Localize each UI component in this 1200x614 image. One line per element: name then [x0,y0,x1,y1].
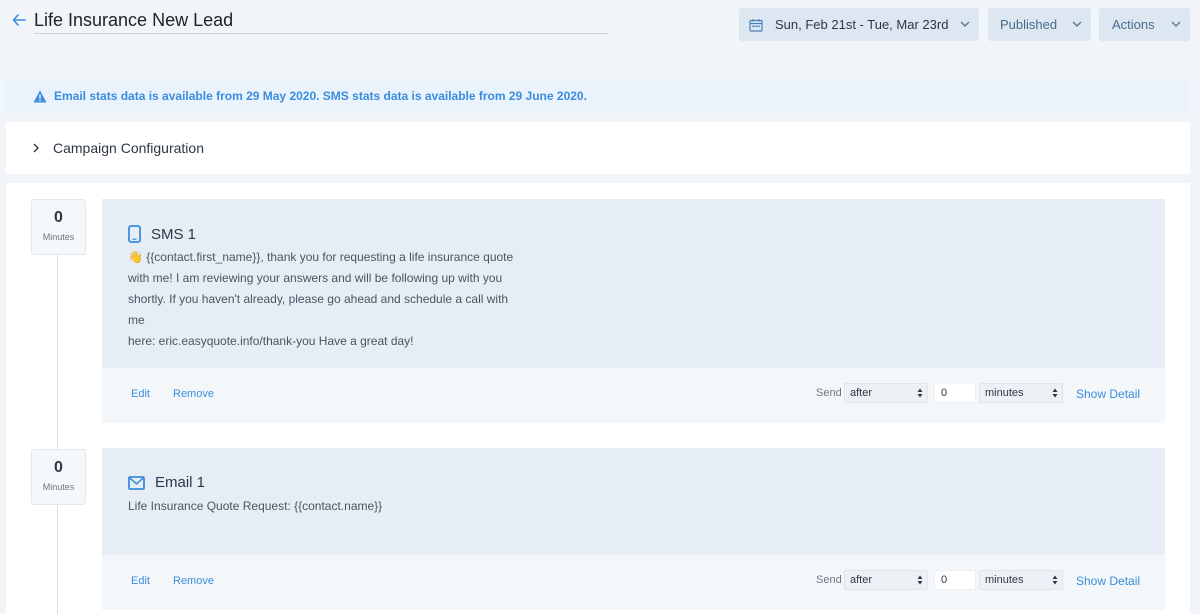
chevron-down-icon [960,21,970,27]
message-line: with me! I am reviewing your answers and… [128,271,503,285]
chevron-right-icon [33,143,39,153]
warning-icon [33,90,47,102]
chevron-down-icon [1171,21,1181,27]
edit-link[interactable]: Edit [131,575,150,587]
status-dropdown[interactable]: Published [988,8,1091,41]
config-label: Campaign Configuration [53,140,204,156]
delay-unit: Minutes [42,482,75,492]
campaign-configuration-toggle[interactable]: Campaign Configuration [6,122,1190,174]
send-when-value: after [850,574,873,586]
alert-text: Email stats data is available from 29 Ma… [54,89,587,103]
send-unit-select[interactable]: minutes [979,570,1063,590]
edit-link[interactable]: Edit [131,388,150,400]
sms-step-card: SMS 1 👋 {{contact.first_name}}, thank yo… [102,199,1165,423]
delay-value: 0 [54,459,63,476]
card-footer: Edit Remove Send after 0 minutes Show De… [102,555,1165,610]
stats-availability-alert: Email stats data is available from 29 Ma… [6,80,1190,112]
send-amount-input[interactable]: 0 [934,570,976,590]
delay-unit: Minutes [42,232,75,242]
chevron-down-icon [1072,21,1082,27]
card-body: Email 1 Life Insurance Quote Request: {{… [102,448,1165,555]
send-unit-value: minutes [985,574,1024,586]
message-line: here: eric.easyquote.info/thank-you Have… [128,334,414,348]
step-delay-badge: 0 Minutes [31,449,86,505]
send-unit-select[interactable]: minutes [979,383,1063,403]
card-title: SMS 1 [128,225,196,243]
card-title: Email 1 [128,474,205,491]
envelope-icon [128,475,145,490]
actions-label: Actions [1112,17,1155,32]
delay-value: 0 [54,209,63,226]
send-when-select[interactable]: after [844,570,928,590]
step-title: SMS 1 [151,225,197,243]
status-label: Published [1000,17,1058,32]
send-label: Send [816,574,842,586]
campaign-name-field[interactable]: Life Insurance New Lead [34,8,608,34]
page-title: Life Insurance New Lead [34,10,234,30]
send-amount-input[interactable]: 0 [934,383,976,403]
select-arrows-icon [1052,575,1058,585]
send-when-value: after [850,387,873,399]
select-arrows-icon [917,575,923,585]
show-detail-link[interactable]: Show Detail [1076,574,1140,588]
remove-link[interactable]: Remove [173,388,214,400]
actions-dropdown[interactable]: Actions [1099,8,1190,41]
send-unit-value: minutes [985,387,1024,399]
email-step-card: Email 1 Life Insurance Quote Request: {{… [102,448,1165,610]
message-line: 👋 {{contact.first_name}}, thank you for … [128,250,514,264]
step-delay-badge: 0 Minutes [31,199,86,255]
email-subject: Life Insurance Quote Request: {{contact.… [128,496,528,517]
select-arrows-icon [917,388,923,398]
timeline-line [57,255,58,614]
phone-icon [128,225,141,243]
select-arrows-icon [1052,388,1058,398]
message-line: shortly. If you haven't already, please … [128,292,509,327]
card-footer: Edit Remove Send after 0 minutes Show De… [102,368,1165,423]
remove-link[interactable]: Remove [173,575,214,587]
send-when-select[interactable]: after [844,383,928,403]
show-detail-link[interactable]: Show Detail [1076,387,1140,401]
date-range-picker[interactable]: Sun, Feb 21st - Tue, Mar 23rd [739,8,979,41]
message-line: Life Insurance Quote Request: {{contact.… [128,499,383,513]
card-body: SMS 1 👋 {{contact.first_name}}, thank yo… [102,199,1165,368]
step-title: Email 1 [155,474,206,491]
sms-message-body: 👋 {{contact.first_name}}, thank you for … [128,247,528,352]
calendar-icon [749,18,763,32]
date-range-label: Sun, Feb 21st - Tue, Mar 23rd [775,17,949,32]
page-header: Life Insurance New Lead Sun, Feb 21st - … [0,0,1200,60]
send-label: Send [816,387,842,399]
back-arrow-icon[interactable] [12,10,30,30]
